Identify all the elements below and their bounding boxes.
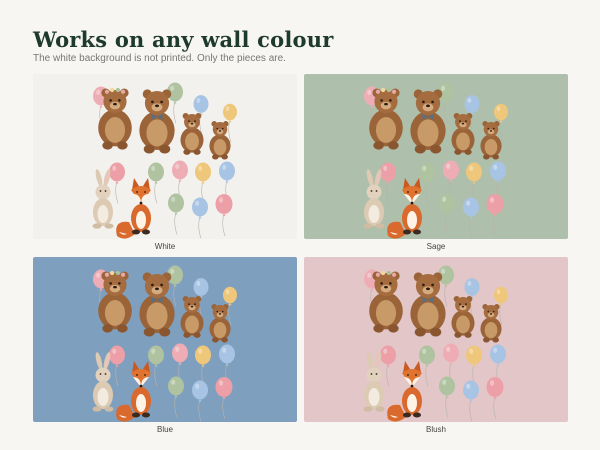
swatch-sage	[304, 74, 568, 239]
swatch-label-white: White	[154, 242, 176, 251]
page-subtitle: The white background is not printed. Onl…	[33, 53, 286, 64]
swatch-label-blue: Blue	[156, 425, 173, 434]
swatch-label-blush: Blush	[425, 425, 446, 434]
swatch-blush	[304, 257, 568, 422]
page-title: Works on any wall colour	[33, 27, 334, 52]
swatch-white	[33, 74, 297, 239]
swatch-blue	[33, 257, 297, 422]
swatch-label-sage: Sage	[426, 242, 446, 251]
